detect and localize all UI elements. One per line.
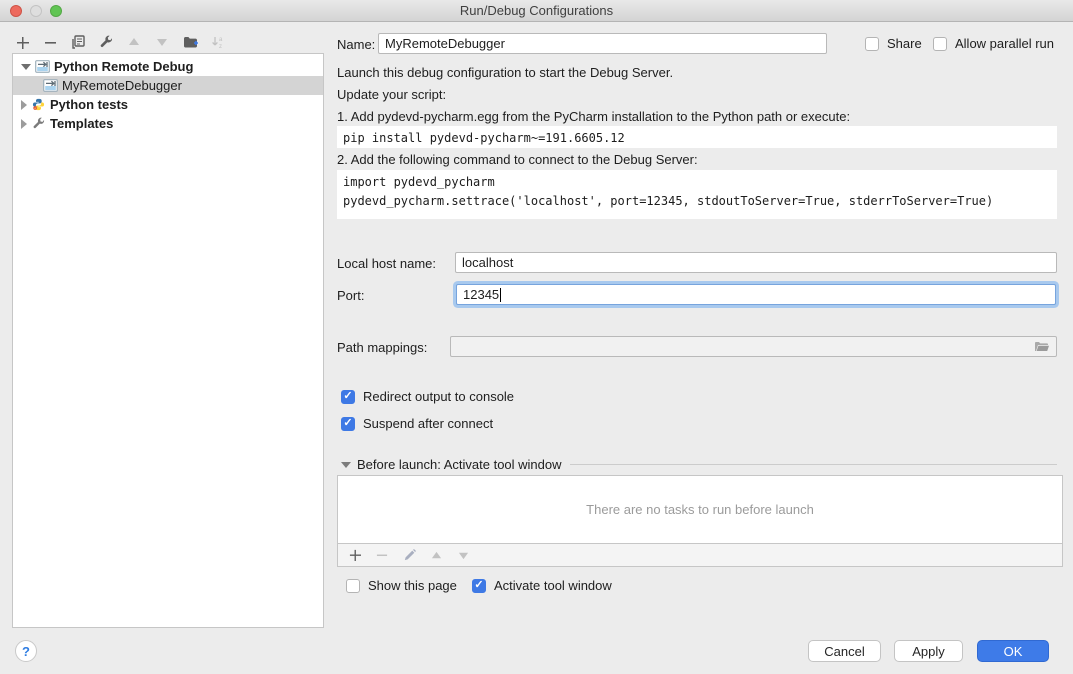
pip-install-code[interactable]: pip install pydevd-pycharm~=191.6605.12 (337, 126, 1057, 148)
move-up-icon (126, 34, 142, 50)
window-title: Run/Debug Configurations (460, 3, 613, 18)
suspend-after-connect-row: ✓ Suspend after connect (341, 416, 493, 431)
cancel-button-label: Cancel (824, 644, 864, 659)
allow-parallel-run-checkbox-row: Allow parallel run (933, 36, 1054, 51)
title-bar: Run/Debug Configurations (0, 0, 1073, 22)
show-this-page-row: Show this page (346, 578, 457, 593)
tree-item-label: Templates (50, 116, 113, 131)
add-task-icon[interactable] (347, 547, 363, 563)
apply-button-label: Apply (912, 644, 945, 659)
local-host-name-label: Local host name: (337, 256, 436, 271)
section-collapse-arrow-icon[interactable] (341, 462, 351, 468)
settrace-code-line1: import pydevd_pycharm (343, 175, 495, 189)
edit-task-pencil-icon (401, 547, 417, 563)
tree-item-python-remote-debug[interactable]: Python Remote Debug (13, 57, 323, 76)
zoom-window-button[interactable] (50, 5, 62, 17)
allow-parallel-run-label: Allow parallel run (955, 36, 1054, 51)
tasks-empty-text: There are no tasks to run before launch (586, 502, 814, 517)
tree-item-python-tests[interactable]: Python tests (13, 95, 323, 114)
new-folder-icon[interactable] (182, 34, 198, 50)
local-host-name-input[interactable]: localhost (455, 252, 1057, 273)
svg-text:z: z (219, 44, 222, 49)
configurations-tree: Python Remote Debug MyRemoteDebugger Pyt… (12, 53, 324, 628)
copy-configuration-icon[interactable] (70, 34, 86, 50)
move-task-up-icon (428, 547, 444, 563)
remove-configuration-icon[interactable] (42, 34, 58, 50)
add-configuration-icon[interactable] (14, 34, 30, 50)
edit-templates-wrench-icon[interactable] (98, 34, 114, 50)
wrench-icon (31, 117, 46, 130)
collapsed-arrow-icon[interactable] (21, 119, 27, 129)
tree-item-label: Python Remote Debug (54, 59, 193, 74)
activate-tool-window-checkbox[interactable]: ✓ (472, 579, 486, 593)
tasks-toolbar (337, 544, 1063, 567)
before-launch-title: Before launch: Activate tool window (357, 457, 562, 472)
name-value: MyRemoteDebugger (385, 36, 505, 51)
move-task-down-icon (455, 547, 471, 563)
collapsed-arrow-icon[interactable] (21, 100, 27, 110)
before-launch-section-header[interactable]: Before launch: Activate tool window (341, 457, 1057, 472)
activate-tool-window-row: ✓ Activate tool window (472, 578, 612, 593)
close-window-button[interactable] (10, 5, 22, 17)
path-mappings-label: Path mappings: (337, 340, 427, 355)
configurations-toolbar: az (14, 31, 226, 53)
tree-item-templates[interactable]: Templates (13, 114, 323, 133)
step2-text: 2. Add the following command to connect … (337, 152, 698, 167)
remote-debug-icon (35, 60, 50, 73)
redirect-output-row: ✓ Redirect output to console (341, 389, 514, 404)
redirect-output-checkbox[interactable]: ✓ (341, 390, 355, 404)
sort-alphabetically-icon: az (210, 34, 226, 50)
name-label: Name: (337, 37, 375, 52)
port-value: 12345 (463, 287, 499, 302)
allow-parallel-run-checkbox[interactable] (933, 37, 947, 51)
minimize-window-button (30, 5, 42, 17)
ok-button-label: OK (1004, 644, 1023, 659)
ok-button[interactable]: OK (977, 640, 1049, 662)
remote-debug-icon (43, 79, 58, 92)
tree-item-label: Python tests (50, 97, 128, 112)
expanded-arrow-icon[interactable] (21, 64, 31, 70)
local-host-name-value: localhost (462, 255, 513, 270)
help-button[interactable]: ? (15, 640, 37, 662)
run-debug-configurations-dialog: { "window": { "title": "Run/Debug Config… (0, 0, 1073, 674)
cancel-button[interactable]: Cancel (808, 640, 881, 662)
name-input[interactable]: MyRemoteDebugger (378, 33, 827, 54)
text-caret (500, 288, 501, 302)
suspend-after-connect-label: Suspend after connect (363, 416, 493, 431)
remove-task-icon (374, 547, 390, 563)
section-divider (570, 464, 1057, 465)
path-mappings-input[interactable] (450, 336, 1057, 357)
apply-button[interactable]: Apply (894, 640, 963, 662)
before-launch-tasks-panel[interactable]: There are no tasks to run before launch (337, 475, 1063, 544)
port-label: Port: (337, 288, 364, 303)
move-down-icon (154, 34, 170, 50)
activate-tool-window-label: Activate tool window (494, 578, 612, 593)
help-question-icon: ? (22, 644, 30, 659)
share-checkbox-row: Share (865, 36, 922, 51)
show-this-page-label: Show this page (368, 578, 457, 593)
share-label: Share (887, 36, 922, 51)
update-script-text: Update your script: (337, 87, 446, 102)
traffic-lights (10, 5, 62, 17)
settrace-code[interactable]: import pydevd_pycharm pydevd_pycharm.set… (337, 170, 1057, 219)
suspend-after-connect-checkbox[interactable]: ✓ (341, 417, 355, 431)
show-this-page-checkbox[interactable] (346, 579, 360, 593)
step1-text: 1. Add pydevd-pycharm.egg from the PyCha… (337, 109, 850, 124)
settrace-code-line2: pydevd_pycharm.settrace('localhost', por… (343, 194, 993, 208)
python-icon (31, 98, 46, 111)
port-input[interactable]: 12345 (456, 284, 1056, 305)
folder-icon[interactable] (1034, 341, 1050, 353)
redirect-output-label: Redirect output to console (363, 389, 514, 404)
tree-item-myremotedebugger[interactable]: MyRemoteDebugger (13, 76, 323, 95)
share-checkbox[interactable] (865, 37, 879, 51)
tree-item-label: MyRemoteDebugger (62, 78, 182, 93)
launch-instruction-text: Launch this debug configuration to start… (337, 65, 673, 80)
svg-text:a: a (219, 37, 223, 43)
